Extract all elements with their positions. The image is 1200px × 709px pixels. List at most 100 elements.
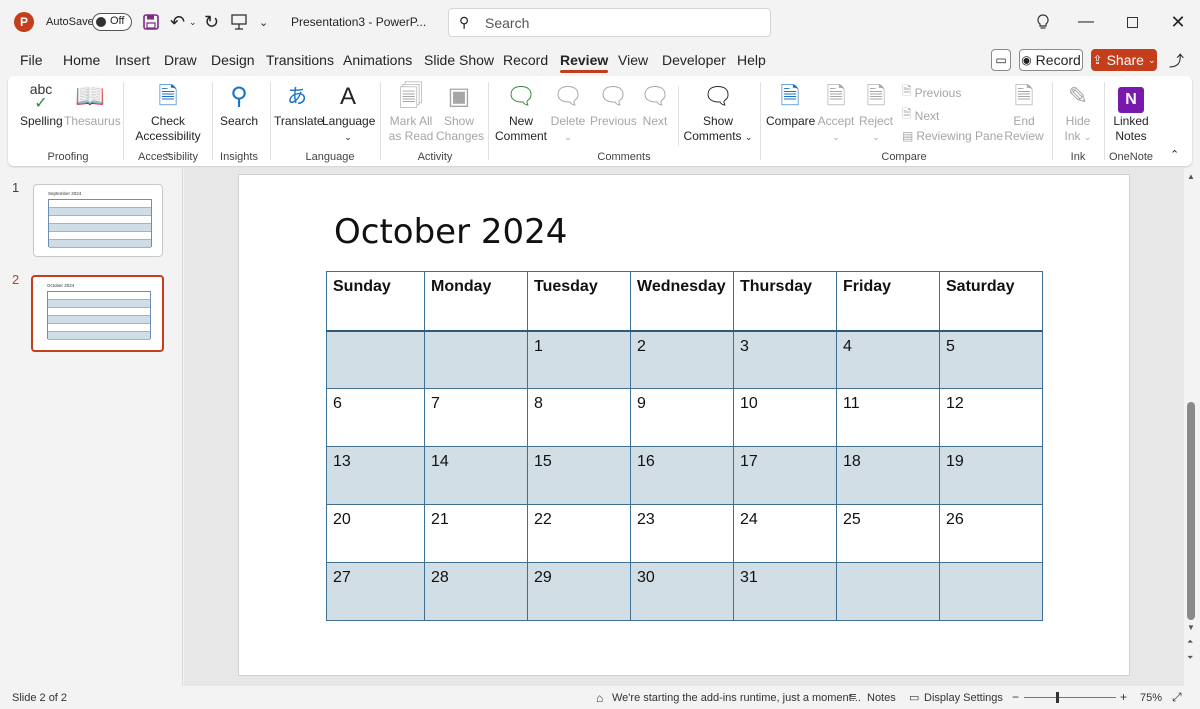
redo-icon[interactable]: ↻ bbox=[204, 0, 219, 44]
scrollbar-thumb[interactable] bbox=[1187, 402, 1195, 620]
tab-review[interactable]: Review bbox=[560, 52, 609, 73]
slide-title[interactable]: October 2024 bbox=[334, 212, 567, 252]
day-cell[interactable]: 16 bbox=[630, 446, 734, 505]
day-cell[interactable]: 31 bbox=[733, 562, 837, 621]
minimize-button[interactable]: — bbox=[1063, 0, 1109, 44]
previous-comment-button[interactable]: 🗨 Previous bbox=[590, 82, 637, 129]
header-cell[interactable]: Friday bbox=[836, 271, 940, 332]
next-slide-icon[interactable]: ⏷ bbox=[1187, 653, 1193, 663]
notes-button[interactable]: Notes bbox=[867, 692, 896, 704]
header-cell[interactable]: Thursday bbox=[733, 271, 837, 332]
day-cell[interactable]: 18 bbox=[836, 446, 940, 505]
show-changes-button[interactable]: ▣ Show Changes bbox=[436, 82, 484, 144]
day-cell[interactable]: 28 bbox=[424, 562, 528, 621]
scroll-up-icon[interactable]: ▲ bbox=[1187, 172, 1195, 181]
feedback-icon[interactable]: ⤴ bbox=[1169, 50, 1184, 71]
day-cell[interactable]: 24 bbox=[733, 504, 837, 563]
previous-change-button[interactable]: 🗎 Previous bbox=[902, 82, 961, 103]
day-cell[interactable]: 14 bbox=[424, 446, 528, 505]
tab-help[interactable]: Help bbox=[737, 52, 766, 68]
day-cell[interactable]: 5 bbox=[939, 330, 1043, 389]
day-cell[interactable] bbox=[424, 330, 528, 389]
fit-slide-icon[interactable]: ⤢ bbox=[1172, 690, 1182, 705]
tab-animations[interactable]: Animations bbox=[343, 52, 412, 68]
day-cell[interactable]: 27 bbox=[326, 562, 425, 621]
delete-comment-button[interactable]: 🗨 Delete ⌄ bbox=[548, 82, 588, 145]
day-cell[interactable] bbox=[326, 330, 425, 389]
tab-draw[interactable]: Draw bbox=[164, 52, 197, 68]
search-box[interactable]: ⚲ Search bbox=[448, 8, 771, 37]
day-cell[interactable]: 3 bbox=[733, 330, 837, 389]
new-comment-button[interactable]: 🗨 New Comment bbox=[494, 82, 548, 144]
mark-all-as-read-button[interactable]: 🗐 Mark All as Read bbox=[388, 82, 434, 144]
hide-ink-button[interactable]: ✎ Hide Ink ⌄ bbox=[1058, 82, 1098, 145]
save-icon[interactable] bbox=[143, 0, 159, 44]
day-cell[interactable]: 12 bbox=[939, 388, 1043, 447]
previous-slide-icon[interactable]: ⏶ bbox=[1187, 637, 1193, 647]
slide-thumbnail-2[interactable]: October 2024 bbox=[31, 275, 164, 352]
show-comments-button[interactable]: 🗨 Show Comments ⌄ bbox=[680, 82, 756, 145]
next-change-button[interactable]: 🗎 Next bbox=[902, 105, 939, 126]
tab-design[interactable]: Design bbox=[211, 52, 255, 68]
day-cell[interactable]: 11 bbox=[836, 388, 940, 447]
vertical-scrollbar[interactable]: ▲ ▼ ⏶ ⏷ bbox=[1184, 168, 1200, 686]
next-comment-button[interactable]: 🗨 Next bbox=[638, 82, 672, 129]
zoom-slider[interactable] bbox=[1024, 692, 1116, 703]
day-cell[interactable]: 7 bbox=[424, 388, 528, 447]
zoom-out-button[interactable]: − bbox=[1012, 690, 1019, 704]
header-cell[interactable]: Wednesday bbox=[630, 271, 734, 332]
close-button[interactable]: ✕ bbox=[1155, 0, 1200, 44]
header-cell[interactable]: Monday bbox=[424, 271, 528, 332]
calendar-table[interactable]: Sunday Monday Tuesday Wednesday Thursday… bbox=[326, 271, 1043, 621]
day-cell[interactable]: 17 bbox=[733, 446, 837, 505]
thesaurus-button[interactable]: 📖 Thesaurus bbox=[64, 82, 121, 129]
day-cell[interactable]: 29 bbox=[527, 562, 631, 621]
tab-view[interactable]: View bbox=[618, 52, 648, 68]
comments-button[interactable]: ▭ bbox=[991, 49, 1011, 71]
slide-thumbnail-1[interactable]: September 2024 bbox=[33, 184, 163, 257]
record-button[interactable]: ◉ Record bbox=[1019, 49, 1083, 71]
spelling-button[interactable]: abc ✓ Spelling bbox=[20, 82, 63, 129]
day-cell[interactable]: 30 bbox=[630, 562, 734, 621]
collapse-ribbon-icon[interactable]: ⌃ bbox=[1170, 148, 1179, 161]
undo-icon[interactable]: ↶ bbox=[170, 0, 185, 44]
reject-button[interactable]: 🗎 Reject ⌄ bbox=[856, 82, 896, 145]
tab-developer[interactable]: Developer bbox=[662, 52, 726, 68]
lightbulb-icon[interactable] bbox=[1020, 0, 1066, 44]
tab-slide-show[interactable]: Slide Show bbox=[424, 52, 494, 68]
accept-button[interactable]: 🗎 Accept ⌄ bbox=[816, 82, 856, 145]
header-cell[interactable]: Saturday bbox=[939, 271, 1043, 332]
day-cell[interactable]: 10 bbox=[733, 388, 837, 447]
day-cell[interactable]: 1 bbox=[527, 330, 631, 389]
day-cell[interactable]: 20 bbox=[326, 504, 425, 563]
customize-toolbar-icon[interactable]: ⌄ bbox=[259, 0, 268, 44]
present-icon[interactable] bbox=[230, 0, 248, 44]
linked-notes-button[interactable]: N Linked Notes bbox=[1108, 82, 1154, 144]
tab-insert[interactable]: Insert bbox=[115, 52, 150, 68]
day-cell[interactable] bbox=[939, 562, 1043, 621]
day-cell[interactable]: 6 bbox=[326, 388, 425, 447]
day-cell[interactable]: 8 bbox=[527, 388, 631, 447]
day-cell[interactable]: 25 bbox=[836, 504, 940, 563]
day-cell[interactable]: 13 bbox=[326, 446, 425, 505]
smart-search-button[interactable]: ⚲ Search bbox=[218, 82, 260, 129]
scroll-down-icon[interactable]: ▼ bbox=[1187, 623, 1195, 632]
reviewing-pane-button[interactable]: ▤ Reviewing Pane bbox=[902, 129, 1003, 143]
day-cell[interactable]: 23 bbox=[630, 504, 734, 563]
day-cell[interactable]: 4 bbox=[836, 330, 940, 389]
day-cell[interactable] bbox=[836, 562, 940, 621]
day-cell[interactable]: 9 bbox=[630, 388, 734, 447]
tab-transitions[interactable]: Transitions bbox=[266, 52, 334, 68]
translate-button[interactable]: あ Translate bbox=[274, 82, 324, 129]
day-cell[interactable]: 21 bbox=[424, 504, 528, 563]
header-cell[interactable]: Sunday bbox=[326, 271, 425, 332]
day-cell[interactable]: 15 bbox=[527, 446, 631, 505]
zoom-slider-thumb[interactable] bbox=[1056, 692, 1059, 703]
day-cell[interactable]: 19 bbox=[939, 446, 1043, 505]
zoom-in-button[interactable]: + bbox=[1120, 690, 1127, 704]
day-cell[interactable]: 26 bbox=[939, 504, 1043, 563]
autosave-toggle[interactable]: Off bbox=[92, 0, 132, 44]
end-review-button[interactable]: 🗎 End Review bbox=[1002, 82, 1046, 144]
language-button[interactable]: A Language ⌄ bbox=[322, 82, 375, 145]
tab-home[interactable]: Home bbox=[63, 52, 100, 68]
